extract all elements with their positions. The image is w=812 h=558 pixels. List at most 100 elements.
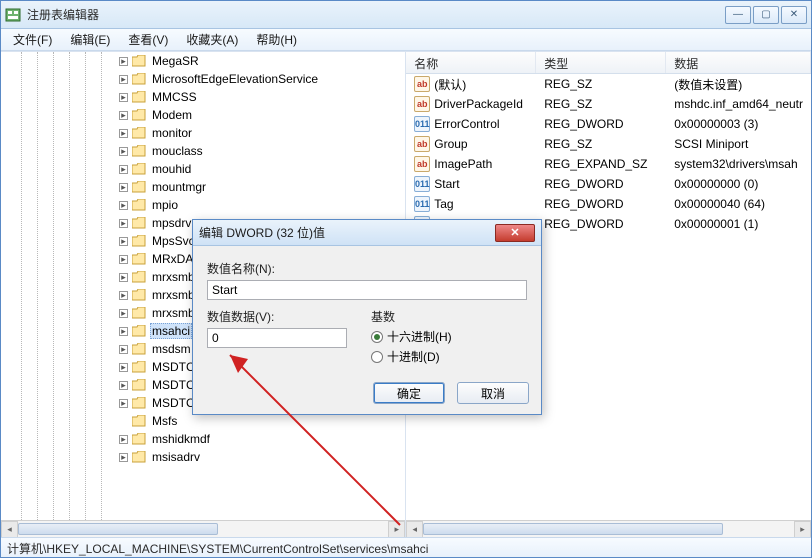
tree-item[interactable]: ▸Modem [1, 106, 405, 124]
expand-icon[interactable]: ▸ [119, 399, 128, 408]
menu-view[interactable]: 查看(V) [120, 29, 176, 50]
expand-icon[interactable]: ▸ [119, 183, 128, 192]
tree-item-label: MicrosoftEdgeElevationService [150, 72, 320, 86]
radix-hex-option[interactable]: 十六进制(H) [371, 328, 452, 345]
tree-item-label: mpsdrv [150, 216, 193, 230]
tree-horizontal-scrollbar[interactable]: ◂ ▸ [1, 520, 405, 537]
list-row[interactable]: abDriverPackageIdREG_SZmshdc.inf_amd64_n… [406, 94, 811, 114]
tree-leaf-spacer [119, 417, 128, 426]
folder-icon [132, 397, 146, 409]
expand-icon[interactable]: ▸ [119, 201, 128, 210]
folder-icon [132, 55, 146, 67]
expand-icon[interactable]: ▸ [119, 381, 128, 390]
list-row[interactable]: 011TagREG_DWORD0x00000040 (64) [406, 194, 811, 214]
string-value-icon: ab [414, 76, 430, 92]
expand-icon[interactable]: ▸ [119, 219, 128, 228]
scroll-right-icon[interactable]: ▸ [794, 521, 811, 537]
maximize-button[interactable]: ▢ [753, 6, 779, 24]
value-name-input[interactable] [207, 280, 527, 300]
folder-icon [132, 235, 146, 247]
value-name: Tag [434, 197, 453, 211]
expand-icon[interactable]: ▸ [119, 255, 128, 264]
close-button[interactable]: ✕ [781, 6, 807, 24]
expand-icon[interactable]: ▸ [119, 453, 128, 462]
menubar: 文件(F) 编辑(E) 查看(V) 收藏夹(A) 帮助(H) [1, 29, 811, 51]
dialog-close-button[interactable]: ✕ [495, 224, 535, 242]
tree-item-label: mountmgr [150, 180, 208, 194]
radix-dec-option[interactable]: 十进制(D) [371, 348, 452, 365]
tree-item-label: MpsSvc [150, 234, 197, 248]
tree-item[interactable]: ▸mpio [1, 196, 405, 214]
scroll-right-icon[interactable]: ▸ [388, 521, 405, 537]
expand-icon[interactable]: ▸ [119, 273, 128, 282]
expand-icon[interactable]: ▸ [119, 435, 128, 444]
column-data[interactable]: 数据 [666, 52, 811, 73]
radix-dec-label: 十进制(D) [387, 348, 440, 365]
folder-icon [132, 307, 146, 319]
dialog-body: 数值名称(N): 数值数据(V): 基数 十六进制(H) 十进制(D) [193, 246, 541, 374]
value-data: 0x00000003 (3) [666, 117, 811, 131]
dialog-buttons: 确定 取消 [193, 374, 541, 414]
list-row[interactable]: abGroupREG_SZSCSI Miniport [406, 134, 811, 154]
ok-button[interactable]: 确定 [373, 382, 445, 404]
expand-icon[interactable]: ▸ [119, 93, 128, 102]
dialog-titlebar[interactable]: 编辑 DWORD (32 位)值 ✕ [193, 220, 541, 246]
list-row[interactable]: ab(默认)REG_SZ(数值未设置) [406, 74, 811, 94]
cancel-button[interactable]: 取消 [457, 382, 529, 404]
tree-item[interactable]: ▸monitor [1, 124, 405, 142]
tree-item[interactable]: ▸ mouhid [1, 160, 405, 178]
expand-icon[interactable]: ▸ [119, 57, 128, 66]
tree-item[interactable]: ▸ msisadrv [1, 448, 405, 466]
tree-item[interactable]: ▸mouclass [1, 142, 405, 160]
tree-item[interactable]: ▸ MMCSS [1, 88, 405, 106]
expand-icon[interactable]: ▸ [119, 237, 128, 246]
tree-item-label: Msfs [150, 414, 179, 428]
tree-item-label: MMCSS [150, 90, 199, 104]
scroll-left-icon[interactable]: ◂ [406, 521, 423, 537]
list-header[interactable]: 名称 类型 数据 [406, 52, 811, 74]
tree-item-label: mouhid [150, 162, 193, 176]
tree-item[interactable]: ▸MegaSR [1, 52, 405, 70]
menu-edit[interactable]: 编辑(E) [62, 29, 118, 50]
value-data-input[interactable] [207, 328, 347, 348]
binary-value-icon: 011 [414, 176, 430, 192]
value-type: REG_DWORD [536, 117, 666, 131]
minimize-button[interactable]: — [725, 6, 751, 24]
expand-icon[interactable]: ▸ [119, 309, 128, 318]
list-horizontal-scrollbar[interactable]: ◂ ▸ [406, 520, 811, 537]
value-name: Start [434, 177, 459, 191]
value-type: REG_SZ [536, 97, 666, 111]
expand-icon[interactable]: ▸ [119, 75, 128, 84]
titlebar[interactable]: 注册表编辑器 — ▢ ✕ [1, 1, 811, 29]
expand-icon[interactable]: ▸ [119, 291, 128, 300]
tree-item[interactable]: ▸ mountmgr [1, 178, 405, 196]
value-name: DriverPackageId [434, 97, 523, 111]
scroll-left-icon[interactable]: ◂ [1, 521, 18, 537]
expand-icon[interactable]: ▸ [119, 165, 128, 174]
list-row[interactable]: 011StartREG_DWORD0x00000000 (0) [406, 174, 811, 194]
expand-icon[interactable]: ▸ [119, 363, 128, 372]
expand-icon[interactable]: ▸ [119, 345, 128, 354]
expand-icon[interactable]: ▸ [119, 111, 128, 120]
folder-icon [132, 127, 146, 139]
binary-value-icon: 011 [414, 116, 430, 132]
column-type[interactable]: 类型 [536, 52, 666, 73]
list-row[interactable]: abImagePathREG_EXPAND_SZsystem32\drivers… [406, 154, 811, 174]
menu-help[interactable]: 帮助(H) [248, 29, 305, 50]
menu-favorites[interactable]: 收藏夹(A) [178, 29, 246, 50]
folder-icon [132, 325, 146, 337]
menu-file[interactable]: 文件(F) [5, 29, 60, 50]
column-name[interactable]: 名称 [406, 52, 536, 73]
expand-icon[interactable]: ▸ [119, 129, 128, 138]
tree-item[interactable]: ▸mshidkmdf [1, 430, 405, 448]
expand-icon[interactable]: ▸ [119, 327, 128, 336]
value-type: REG_DWORD [536, 197, 666, 211]
expand-icon[interactable]: ▸ [119, 147, 128, 156]
value-data: (数值未设置) [666, 76, 811, 93]
folder-icon [132, 217, 146, 229]
list-row[interactable]: 011ErrorControlREG_DWORD0x00000003 (3) [406, 114, 811, 134]
folder-icon [132, 343, 146, 355]
tree-item-label: msahci [150, 323, 192, 339]
tree-item[interactable]: ▸ MicrosoftEdgeElevationService [1, 70, 405, 88]
tree-item-label: msisadrv [150, 450, 202, 464]
